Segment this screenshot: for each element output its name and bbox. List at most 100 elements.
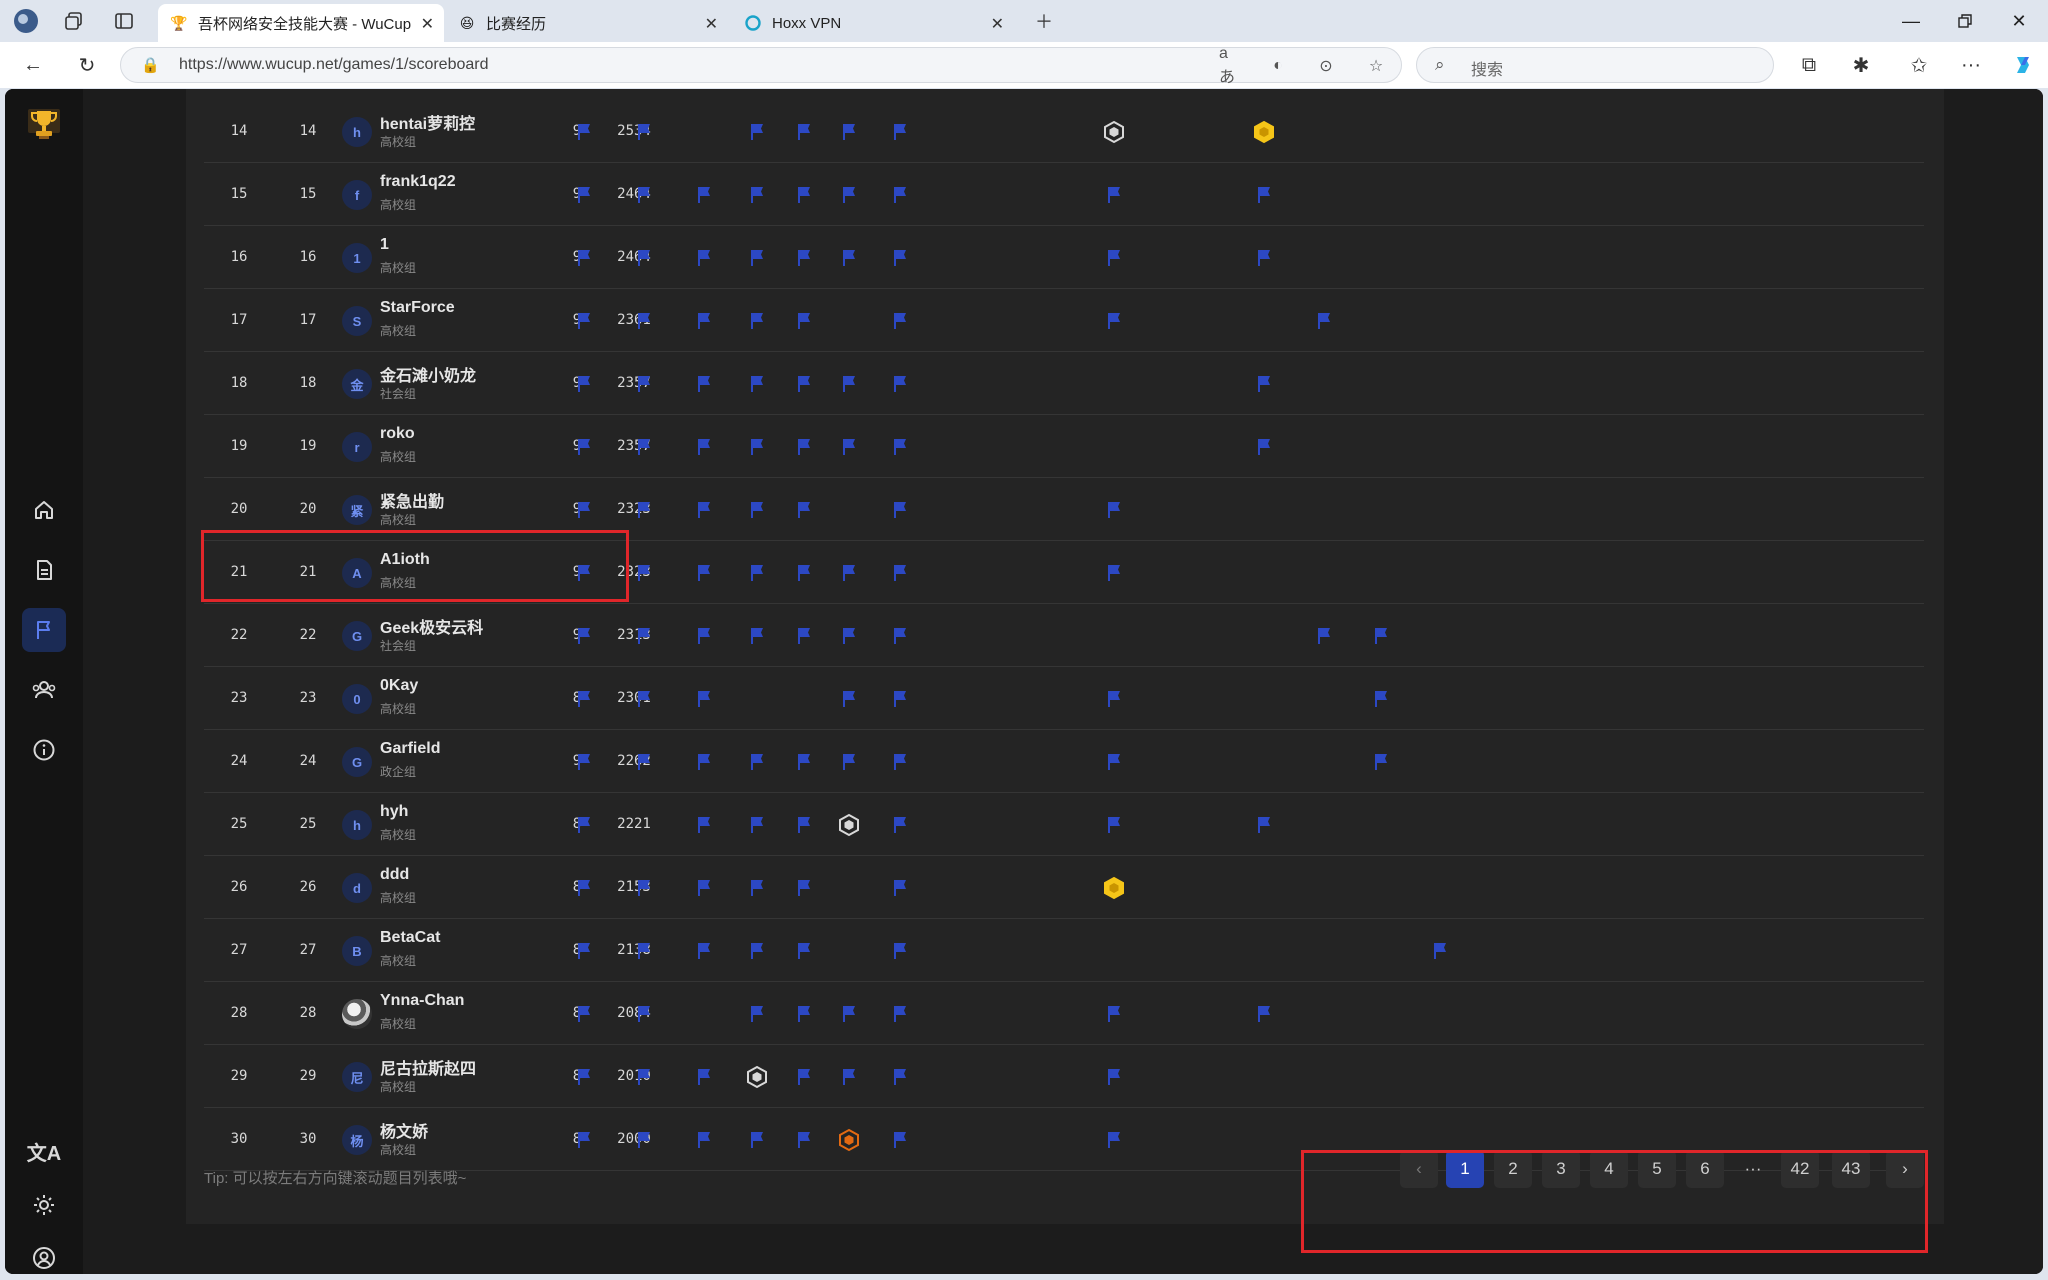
team-name[interactable]: 0Kay bbox=[380, 677, 418, 695]
team-name[interactable]: 杨文娇 bbox=[380, 1118, 428, 1142]
document-icon[interactable] bbox=[22, 548, 66, 592]
profile-avatar-icon[interactable] bbox=[12, 8, 40, 34]
table-row[interactable]: 20 20 紧紧急出勤 高校组 9 2323 bbox=[204, 478, 1924, 541]
users-icon[interactable] bbox=[22, 668, 66, 712]
more-tools-icon[interactable]: ⊙ bbox=[1315, 55, 1337, 77]
team-group: 高校组 bbox=[380, 261, 417, 275]
favorite-star-icon[interactable]: ☆ bbox=[1365, 55, 1387, 77]
prev-page-button[interactable]: ‹ bbox=[1400, 1150, 1438, 1188]
tab-competition-history[interactable]: 😆 比赛经历 ✕ bbox=[446, 4, 728, 42]
info-icon[interactable] bbox=[22, 728, 66, 772]
restore-icon[interactable] bbox=[1950, 8, 1980, 34]
solved-flag-icon bbox=[572, 624, 596, 648]
team-avatar[interactable]: f bbox=[342, 180, 372, 210]
team-name[interactable]: 金石滩小奶龙 bbox=[380, 362, 476, 386]
table-row[interactable]: 27 27 B BetaCat 高校组 8 2138 bbox=[204, 919, 1924, 982]
tab-wucup[interactable]: 🏆 吾杯网络安全技能大赛 - WuCup ✕ bbox=[158, 4, 444, 42]
page-button-5[interactable]: 5 bbox=[1638, 1150, 1676, 1188]
team-name[interactable]: Geek极安云科 bbox=[380, 614, 483, 638]
page-button-1[interactable]: 1 bbox=[1446, 1150, 1484, 1188]
copilot-icon[interactable] bbox=[2008, 51, 2038, 79]
team-avatar[interactable]: h bbox=[342, 810, 372, 840]
team-avatar[interactable]: 1 bbox=[342, 243, 372, 273]
refresh-icon[interactable]: ↻ bbox=[72, 51, 102, 79]
table-row[interactable]: 16 16 1 1 高校组 9 2464 bbox=[204, 226, 1924, 289]
translate-icon[interactable]: 文A bbox=[22, 1129, 66, 1173]
next-page-button[interactable]: › bbox=[1886, 1150, 1924, 1188]
team-avatar[interactable]: G bbox=[342, 747, 372, 777]
search-box[interactable]: ⌕ 搜索 bbox=[1416, 47, 1774, 83]
account-icon[interactable] bbox=[22, 1236, 66, 1274]
team-name[interactable]: BetaCat bbox=[380, 929, 440, 947]
team-avatar[interactable] bbox=[342, 999, 372, 1029]
team-name[interactable]: StarForce bbox=[380, 299, 455, 317]
team-name[interactable]: hentai萝莉控 bbox=[380, 110, 475, 134]
table-row[interactable]: 26 26 d ddd 高校组 8 2153 bbox=[204, 856, 1924, 919]
table-row[interactable]: 17 17 S StarForce 高校组 9 2361 bbox=[204, 289, 1924, 352]
favorites-icon[interactable]: ✩ bbox=[1904, 51, 1934, 79]
team-name[interactable]: 紧急出勤 bbox=[380, 488, 444, 512]
team-avatar[interactable]: 金 bbox=[342, 369, 372, 399]
split-screen-icon[interactable]: ⧉ bbox=[1794, 51, 1824, 79]
page-button-43[interactable]: 43 bbox=[1832, 1150, 1870, 1188]
page-button-4[interactable]: 4 bbox=[1590, 1150, 1628, 1188]
team-name[interactable]: hyh bbox=[380, 803, 408, 821]
page-button-2[interactable]: 2 bbox=[1494, 1150, 1532, 1188]
browser-essentials-icon[interactable]: ◐ bbox=[1267, 55, 1289, 77]
team-name[interactable]: frank1q22 bbox=[380, 173, 456, 191]
minimize-icon[interactable]: — bbox=[1896, 8, 1926, 34]
page-ellipsis[interactable]: ··· bbox=[1734, 1150, 1772, 1188]
theme-icon[interactable] bbox=[22, 1183, 66, 1227]
table-row[interactable]: 19 19 r roko 高校组 9 2357 bbox=[204, 415, 1924, 478]
url-text[interactable]: https://www.wucup.net/games/1/scoreboard bbox=[179, 56, 489, 74]
team-avatar[interactable]: 尼 bbox=[342, 1062, 372, 1092]
team-name[interactable]: A1ioth bbox=[380, 551, 430, 569]
page-button-6[interactable]: 6 bbox=[1686, 1150, 1724, 1188]
team-avatar[interactable]: B bbox=[342, 936, 372, 966]
team-avatar[interactable]: h bbox=[342, 117, 372, 147]
table-row[interactable]: 23 23 0 0Kay 高校组 8 2301 bbox=[204, 667, 1924, 730]
table-row[interactable]: 22 22 G Geek极安云科 社会组 9 2313 bbox=[204, 604, 1924, 667]
address-bar[interactable]: 🔒 https://www.wucup.net/games/1/scoreboa… bbox=[120, 45, 1402, 86]
new-tab-icon[interactable]: ＋ bbox=[1030, 8, 1058, 34]
back-icon[interactable]: ← bbox=[18, 51, 48, 79]
team-name[interactable]: 1 bbox=[380, 236, 389, 254]
team-avatar[interactable]: r bbox=[342, 432, 372, 462]
team-name[interactable]: roko bbox=[380, 425, 415, 443]
read-aloud-icon[interactable]: aあ bbox=[1219, 45, 1241, 86]
table-row[interactable]: 21 21 A A1ioth 高校组 9 2323 bbox=[204, 541, 1924, 604]
home-icon[interactable] bbox=[22, 488, 66, 532]
solved-flag-icon bbox=[1252, 246, 1276, 270]
team-name[interactable]: 尼古拉斯赵四 bbox=[380, 1055, 476, 1079]
table-row[interactable]: 18 18 金金石滩小奶龙 社会组 9 2357 bbox=[204, 352, 1924, 415]
team-name[interactable]: ddd bbox=[380, 866, 409, 884]
team-avatar[interactable]: A bbox=[342, 558, 372, 588]
vertical-tabs-icon[interactable] bbox=[110, 8, 138, 34]
team-avatar[interactable]: G bbox=[342, 621, 372, 651]
flag-icon[interactable] bbox=[22, 608, 66, 652]
table-row[interactable]: 28 28 Ynna-Chan 高校组 8 2084 bbox=[204, 982, 1924, 1045]
settings-more-icon[interactable]: ··· bbox=[1956, 51, 1986, 79]
table-row[interactable]: 29 29 尼尼古拉斯赵四 高校组 8 2010 bbox=[204, 1045, 1924, 1108]
page-button-3[interactable]: 3 bbox=[1542, 1150, 1580, 1188]
close-tab-icon[interactable]: ✕ bbox=[421, 14, 434, 34]
team-avatar[interactable]: 紧 bbox=[342, 495, 372, 525]
team-name[interactable]: Ynna-Chan bbox=[380, 992, 464, 1010]
close-tab-icon[interactable]: ✕ bbox=[705, 14, 718, 34]
team-name[interactable]: Garfield bbox=[380, 740, 440, 758]
close-tab-icon[interactable]: ✕ bbox=[991, 14, 1004, 34]
tab-hoxx-vpn[interactable]: Hoxx VPN ✕ bbox=[732, 4, 1014, 42]
trophy-logo-icon[interactable] bbox=[22, 101, 66, 145]
table-row[interactable]: 24 24 G Garfield 政企组 9 2262 bbox=[204, 730, 1924, 793]
table-row[interactable]: 14 14 h hentai萝莉控 高校组 9 2534 bbox=[204, 100, 1924, 163]
page-button-42[interactable]: 42 bbox=[1781, 1150, 1819, 1188]
workspaces-icon[interactable] bbox=[60, 8, 88, 34]
team-avatar[interactable]: d bbox=[342, 873, 372, 903]
close-window-icon[interactable]: ✕ bbox=[2004, 8, 2034, 34]
team-avatar[interactable]: 0 bbox=[342, 684, 372, 714]
team-avatar[interactable]: 杨 bbox=[342, 1125, 372, 1155]
table-row[interactable]: 15 15 f frank1q22 高校组 9 2464 bbox=[204, 163, 1924, 226]
extensions-icon[interactable]: ✱ bbox=[1846, 51, 1876, 79]
team-avatar[interactable]: S bbox=[342, 306, 372, 336]
table-row[interactable]: 25 25 h hyh 高校组 8 2221 bbox=[204, 793, 1924, 856]
